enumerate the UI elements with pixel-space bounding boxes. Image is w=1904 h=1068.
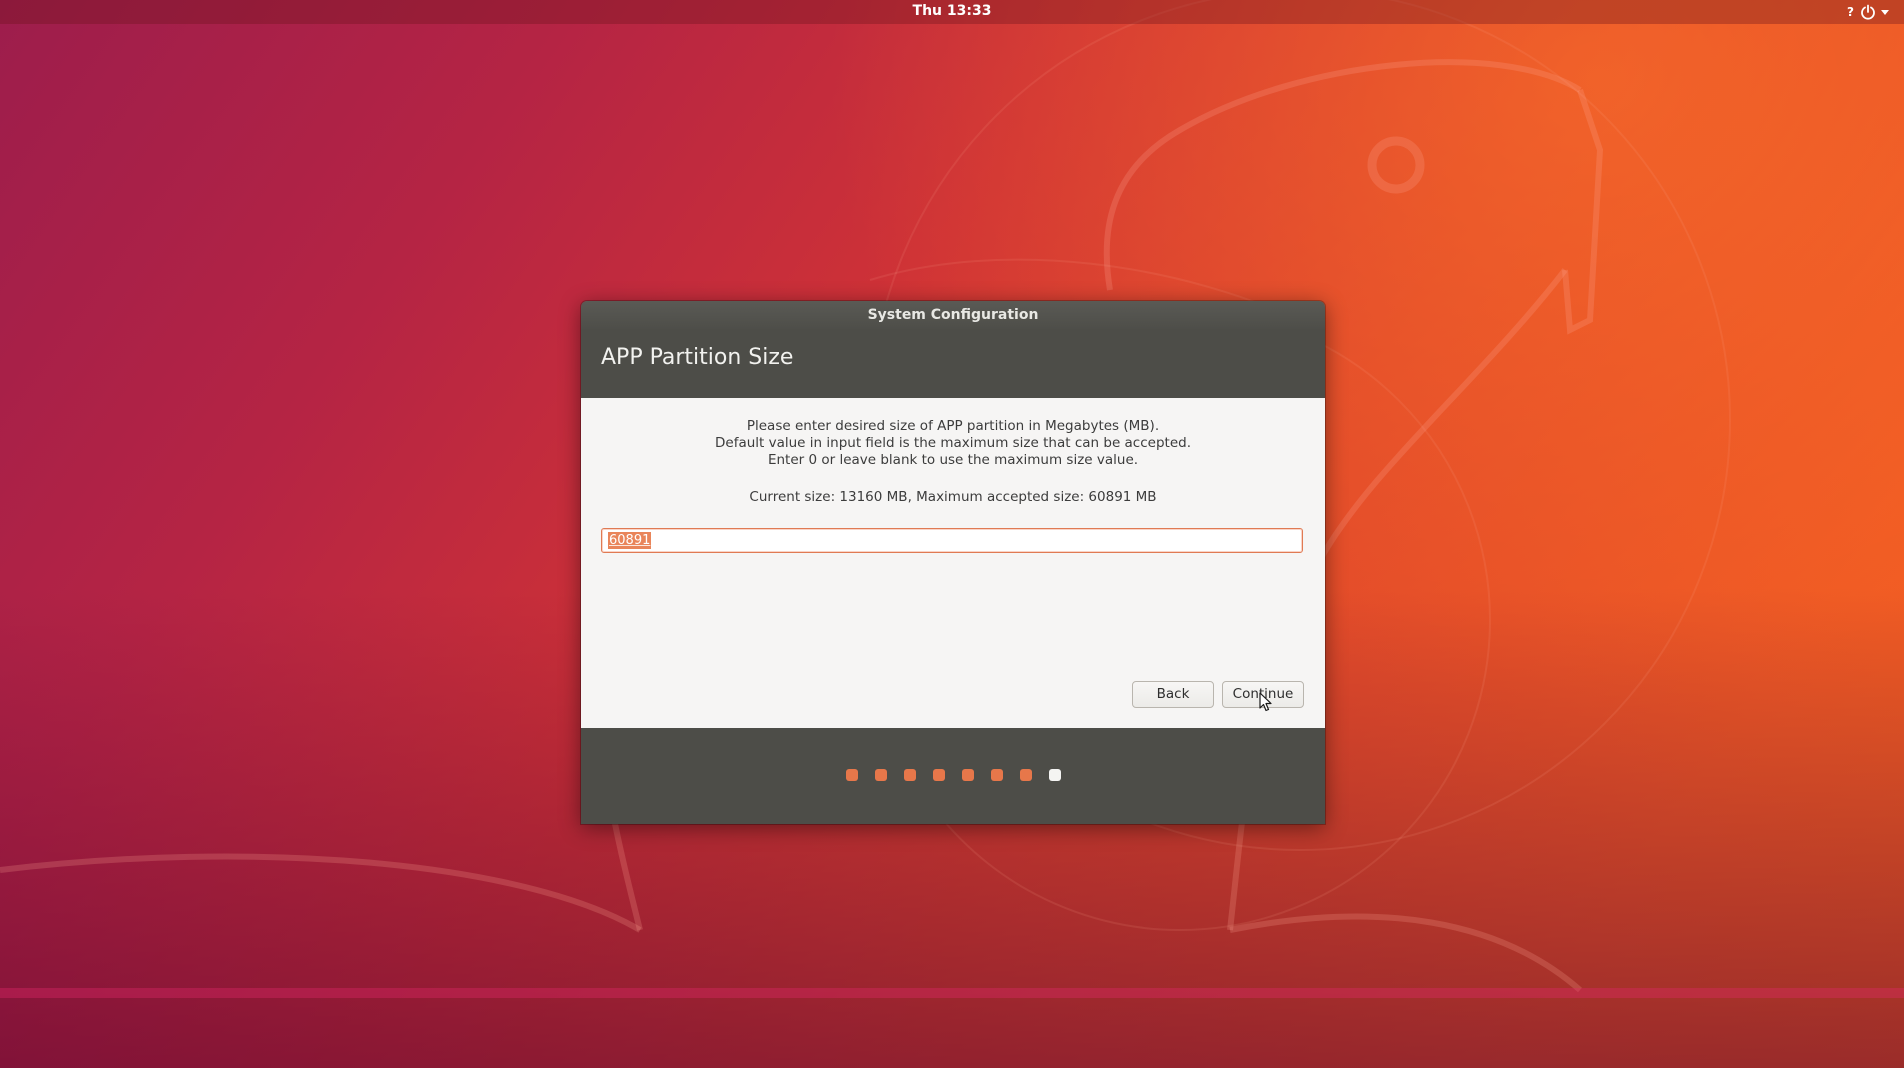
progress-dot [845, 769, 858, 781]
help-button[interactable]: ? [1847, 0, 1854, 24]
instruction-line: Enter 0 or leave blank to use the maximu… [767, 452, 1139, 468]
instruction-line: Please enter desired size of APP partiti… [746, 418, 1160, 434]
progress-indicator [581, 769, 1325, 781]
system-configuration-dialog: System Configuration APP Partition Size … [581, 301, 1325, 824]
instruction-line: Default value in input field is the maxi… [715, 435, 1191, 451]
chevron-down-icon [1881, 9, 1889, 15]
mouse-cursor-icon [1259, 692, 1272, 712]
power-icon [1860, 4, 1876, 20]
progress-dot [932, 769, 945, 781]
back-button[interactable]: Back [1132, 681, 1214, 708]
window-titlebar[interactable]: System Configuration [581, 301, 1325, 329]
dialog-header: APP Partition Size [581, 329, 1325, 398]
progress-dot [1019, 769, 1032, 781]
dialog-footer [581, 728, 1325, 824]
size-info-text: Current size: 13160 MB, Maximum accepted… [749, 489, 1157, 505]
progress-dot [874, 769, 887, 781]
top-bar: Thu 13:33 ? [0, 0, 1904, 24]
progress-dot [903, 769, 916, 781]
instructions-text: Please enter desired size of APP partiti… [581, 418, 1325, 469]
clock[interactable]: Thu 13:33 [0, 0, 1904, 24]
partition-size-input[interactable]: 60891 [601, 528, 1303, 553]
page-title: APP Partition Size [601, 345, 794, 370]
partition-size-value[interactable]: 60891 [608, 532, 652, 549]
progress-dot [990, 769, 1003, 781]
progress-dot-current [1048, 769, 1061, 781]
system-menu-button[interactable] [1860, 1, 1894, 23]
progress-dot [961, 769, 974, 781]
dialog-content: Please enter desired size of APP partiti… [581, 398, 1325, 728]
